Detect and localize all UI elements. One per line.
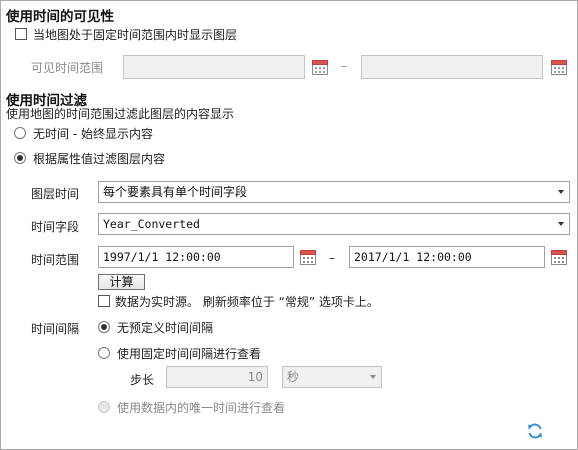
- radio-unique-times[interactable]: [98, 401, 110, 413]
- radio-no-interval[interactable]: [98, 321, 110, 333]
- chevron-down-icon: [558, 222, 564, 226]
- time-field-dropdown[interactable]: Year_Converted: [98, 213, 570, 235]
- calendar-icon[interactable]: [311, 58, 329, 76]
- time-range-end-input[interactable]: 2017/1/1 12:00:00: [349, 246, 545, 268]
- calculate-button[interactable]: 计算: [98, 274, 145, 290]
- step-value-input[interactable]: 10: [166, 366, 268, 388]
- realtime-checkbox[interactable]: [98, 295, 110, 307]
- time-interval-label: 时间间隔: [31, 322, 80, 336]
- step-label: 步长: [130, 373, 155, 387]
- time-field-dropdown-value: Year_Converted: [103, 217, 200, 231]
- step-unit-dropdown[interactable]: 秒: [282, 366, 382, 388]
- radio-filter-by-attribute-label: 根据属性值过滤图层内容: [33, 152, 166, 166]
- radio-no-time-label: 无时间 - 始终显示内容: [33, 127, 153, 141]
- realtime-label: 数据为实时源。 刷新频率位于 “常规” 选项卡上。: [115, 295, 379, 309]
- radio-fixed-interval[interactable]: [98, 347, 110, 359]
- time-field-label: 时间字段: [31, 220, 80, 234]
- calendar-icon[interactable]: [299, 248, 317, 266]
- calendar-icon[interactable]: [550, 58, 568, 76]
- radio-fixed-interval-label: 使用固定时间间隔进行查看: [117, 347, 262, 361]
- radio-no-time[interactable]: [14, 127, 26, 139]
- radio-filter-by-attribute[interactable]: [14, 152, 26, 164]
- time-range-dash: –: [329, 251, 335, 265]
- visible-range-label: 可见时间范围: [31, 61, 104, 75]
- chevron-down-icon: [558, 190, 564, 194]
- refresh-icon[interactable]: [526, 422, 544, 440]
- layer-time-label: 图层时间: [31, 187, 80, 201]
- layer-time-dropdown-value: 每个要素具有单个时间字段: [103, 185, 248, 199]
- calendar-icon[interactable]: [550, 248, 568, 266]
- visibility-checkbox-label: 当地图处于固定时间范围内时显示图层: [33, 28, 238, 42]
- layer-time-dropdown[interactable]: 每个要素具有单个时间字段: [98, 181, 570, 203]
- visibility-checkbox[interactable]: [15, 28, 27, 40]
- visibility-heading: 使用时间的可见性: [6, 9, 114, 25]
- chevron-down-icon: [370, 375, 376, 379]
- radio-no-interval-label: 无预定义时间间隔: [117, 321, 214, 335]
- time-range-label: 时间范围: [31, 253, 80, 267]
- time-range-start-input[interactable]: 1997/1/1 12:00:00: [98, 246, 294, 268]
- filter-description: 使用地图的时间范围过滤此图层的内容显示: [6, 107, 235, 121]
- visible-range-dash: –: [341, 59, 347, 73]
- radio-unique-times-label: 使用数据内的唯一时间进行查看: [117, 401, 286, 415]
- visible-range-start-input[interactable]: [123, 55, 305, 79]
- visible-range-end-input[interactable]: [361, 55, 543, 79]
- step-unit-dropdown-value: 秒: [287, 370, 300, 384]
